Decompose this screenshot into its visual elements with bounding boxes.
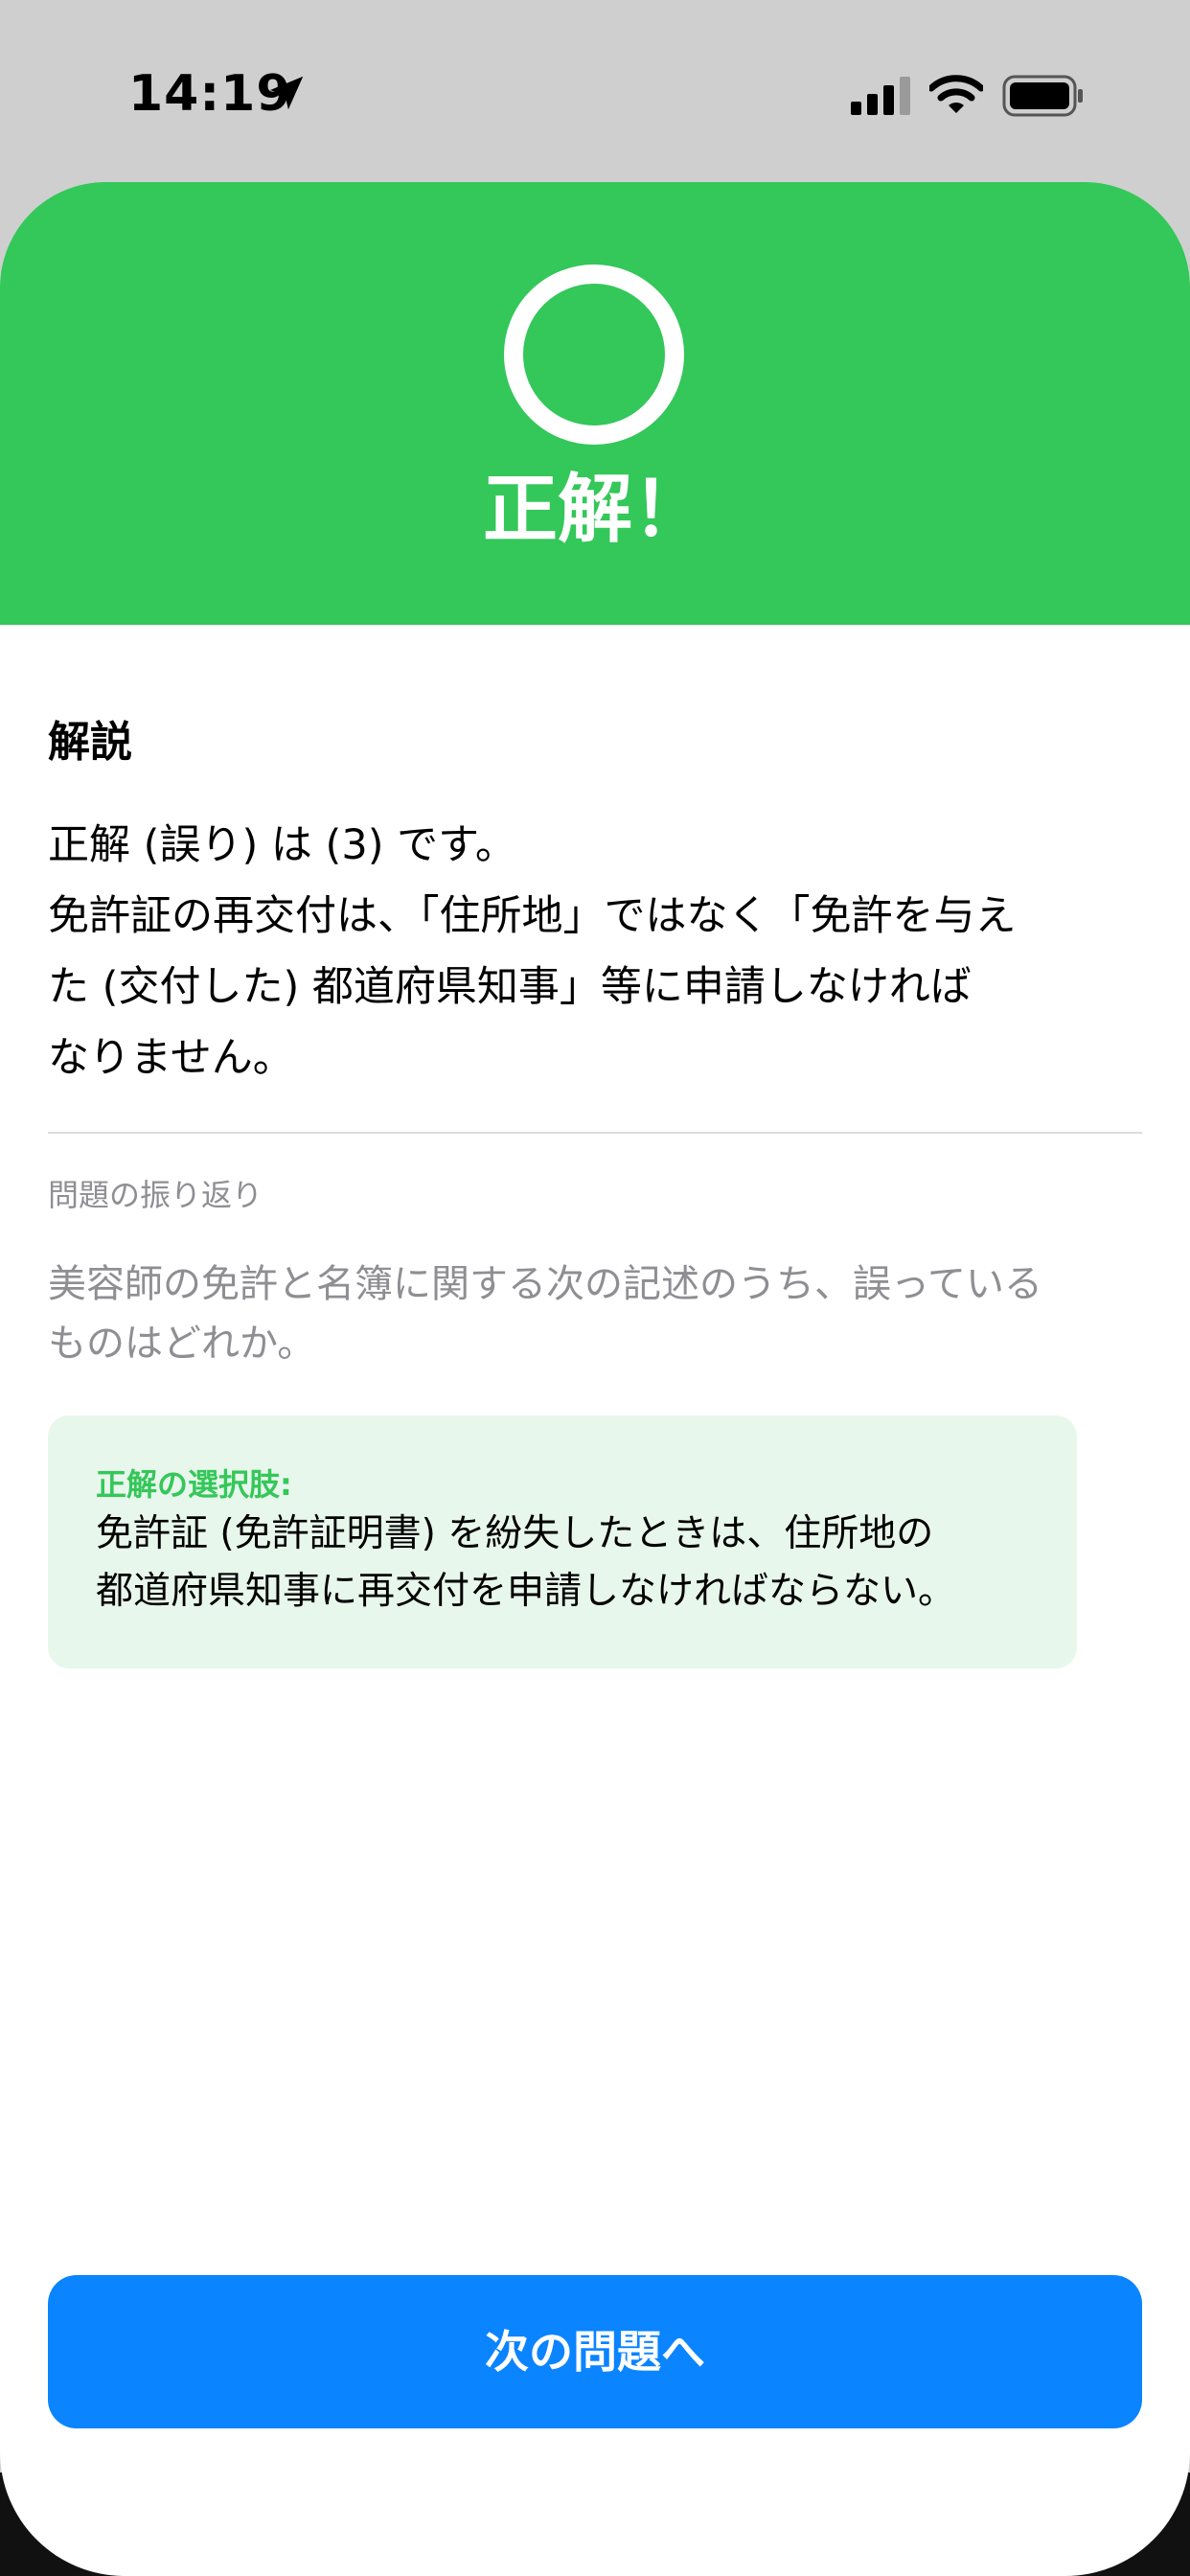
- battery-icon: [1002, 75, 1083, 117]
- correct-answer-line: 免許証 (免許証明書) を紛失したときは、住所地の: [96, 1512, 934, 1555]
- correct-answer-line: 都道府県知事に再交付を申請しなければならない。: [96, 1570, 956, 1613]
- cellular-signal-icon: [851, 77, 910, 115]
- explanation-heading: 解説: [48, 718, 132, 767]
- result-title: 正解！: [482, 467, 707, 553]
- explanation-line: なりません。: [48, 1034, 294, 1082]
- review-label: 問題の振り返り: [48, 1177, 263, 1213]
- correct-answer-label: 正解の選択肢:: [96, 1466, 292, 1503]
- divider: [48, 1132, 1142, 1134]
- explanation-line: 正解 (誤り) は (3) です。: [48, 821, 516, 869]
- explanation-content: 解説 正解 (誤り) は (3) です。 免許証の再交付は、「住所地」ではなく「…: [48, 714, 1142, 1668]
- review-question: 美容師の免許と名簿に関する次の記述のうち、誤っている ものはどれか。: [48, 1254, 1142, 1373]
- explanation-text: 正解 (誤り) は (3) です。 免許証の再交付は、「住所地」ではなく「免許を…: [48, 810, 1142, 1093]
- status-bar: 14:19: [0, 0, 1190, 182]
- review-question-line: 美容師の免許と名簿に関する次の記述のうち、誤っている: [48, 1262, 1042, 1306]
- review-question-line: ものはどれか。: [48, 1322, 316, 1366]
- next-question-button[interactable]: 次の問題へ: [48, 2275, 1142, 2428]
- correct-answer-text: 免許証 (免許証明書) を紛失したときは、住所地の 都道府県知事に再交付を申請し…: [96, 1506, 1077, 1621]
- result-header: 正解！: [0, 182, 1190, 625]
- explanation-line: 免許証の再交付は、「住所地」ではなく「免許を与え: [48, 892, 1017, 940]
- result-sheet: 正解！ 解説 正解 (誤り) は (3) です。 免許証の再交付は、「住所地」で…: [0, 182, 1190, 2576]
- wifi-icon: [929, 75, 983, 113]
- explanation-line: た (交付した) 都道府県知事」等に申請しなければ: [48, 963, 972, 1011]
- location-arrow-icon: [269, 76, 304, 110]
- correct-answer-box: 正解の選択肢: 免許証 (免許証明書) を紛失したときは、住所地の 都道府県知事…: [48, 1415, 1077, 1668]
- circle-correct-icon: [504, 264, 684, 445]
